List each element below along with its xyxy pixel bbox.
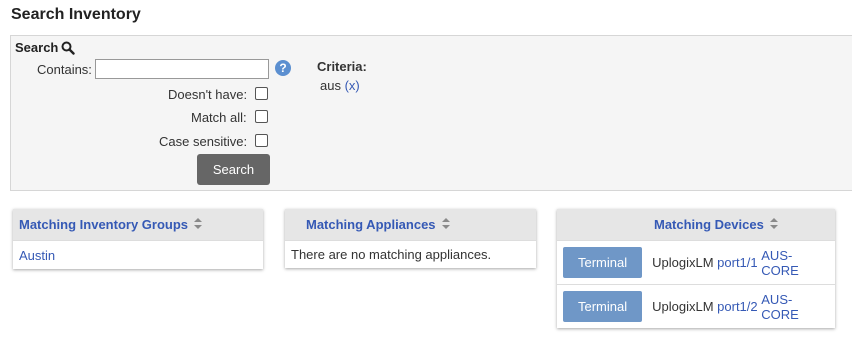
inventory-groups-header-label: Matching Inventory Groups bbox=[19, 217, 189, 232]
criteria-term: aus bbox=[320, 78, 341, 93]
sort-icon bbox=[769, 217, 778, 232]
contains-label: Contains: bbox=[37, 62, 92, 77]
match-all-checkbox[interactable] bbox=[255, 110, 268, 123]
devices-header[interactable]: Matching Devices bbox=[557, 209, 835, 240]
device-link[interactable]: AUS-CORE bbox=[761, 292, 829, 322]
empty-message: There are no matching appliances. bbox=[291, 247, 492, 262]
contains-input[interactable] bbox=[95, 59, 269, 79]
search-heading-label: Search bbox=[15, 40, 59, 55]
criteria-remove-link[interactable]: (x) bbox=[345, 78, 360, 93]
device-row: Terminal UplogixLM port1/1 AUS-CORE bbox=[557, 240, 835, 284]
appliances-header[interactable]: Matching Appliances bbox=[285, 209, 536, 240]
list-item: Austin bbox=[13, 240, 263, 269]
search-panel: Search Contains: ? Doesn't have: Match a… bbox=[10, 35, 852, 191]
appliance-name: UplogixLM bbox=[652, 299, 714, 314]
empty-message-row: There are no matching appliances. bbox=[285, 240, 536, 268]
search-heading: Search bbox=[15, 40, 76, 55]
magnifier-icon bbox=[61, 41, 76, 55]
terminal-button[interactable]: Terminal bbox=[563, 291, 643, 322]
terminal-button[interactable]: Terminal bbox=[563, 247, 643, 278]
search-button[interactable]: Search bbox=[197, 154, 270, 185]
appliances-header-label: Matching Appliances bbox=[306, 217, 436, 232]
appliances-card: Matching Appliances There are no matchin… bbox=[285, 209, 536, 268]
sort-icon bbox=[194, 217, 203, 232]
help-icon[interactable]: ? bbox=[275, 60, 291, 76]
inventory-group-link[interactable]: Austin bbox=[19, 248, 55, 263]
inventory-groups-card: Matching Inventory Groups Austin bbox=[13, 209, 263, 269]
devices-card: Matching Devices Terminal UplogixLM port… bbox=[557, 209, 835, 328]
page-title: Search Inventory bbox=[11, 6, 141, 23]
doesnt-have-label: Doesn't have: bbox=[168, 87, 248, 102]
device-row: Terminal UplogixLM port1/2 AUS-CORE bbox=[557, 284, 835, 328]
criteria-item: aus (x) bbox=[320, 78, 360, 93]
criteria-title: Criteria: bbox=[317, 59, 367, 74]
devices-header-label: Matching Devices bbox=[654, 217, 764, 232]
inventory-groups-header[interactable]: Matching Inventory Groups bbox=[13, 209, 263, 240]
device-link[interactable]: AUS-CORE bbox=[761, 248, 829, 278]
case-sensitive-label: Case sensitive: bbox=[159, 134, 248, 149]
case-sensitive-checkbox[interactable] bbox=[255, 134, 268, 147]
match-all-label: Match all: bbox=[191, 110, 247, 125]
doesnt-have-checkbox[interactable] bbox=[255, 87, 268, 100]
sort-icon bbox=[441, 217, 450, 232]
appliance-name: UplogixLM bbox=[652, 255, 714, 270]
port-link[interactable]: port1/2 bbox=[717, 299, 757, 314]
port-link[interactable]: port1/1 bbox=[717, 255, 757, 270]
